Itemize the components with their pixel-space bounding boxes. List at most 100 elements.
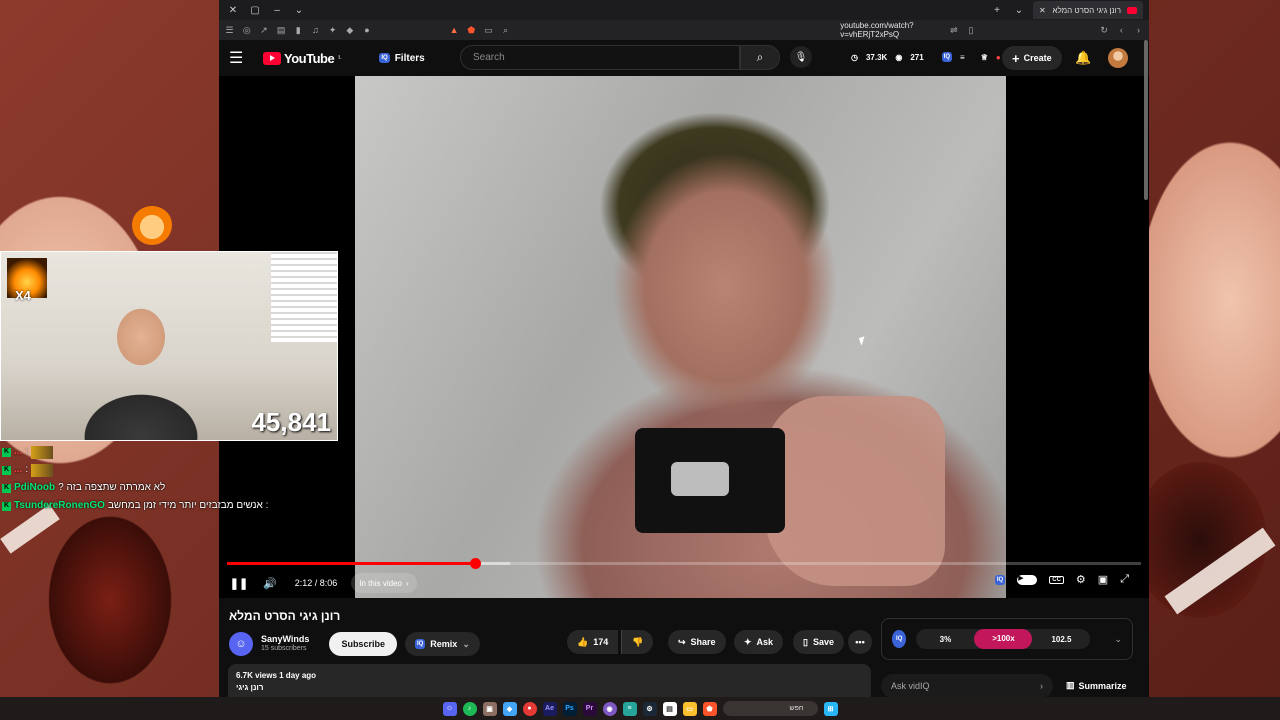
share-button[interactable]: ↪ Share [668, 630, 726, 654]
channel-name[interactable]: SanyWinds [261, 634, 309, 645]
webcam-overlay: X4 45,841 [0, 251, 338, 441]
voice-search-button[interactable]: 🎙 [790, 46, 812, 68]
notification-dot-icon[interactable]: ● [996, 53, 1001, 62]
trophy-icon[interactable]: ♕ [981, 53, 988, 62]
tune-icon[interactable]: ⇌ [949, 25, 958, 36]
video-player[interactable]: ❚❚ 🔊 2:12 / 8:06 In this video › IQ CC ⚙… [219, 76, 1149, 598]
progress-bar[interactable] [227, 558, 1141, 569]
thumbs-up-icon: 👍 [577, 636, 589, 647]
diamond-icon[interactable]: ◆ [345, 25, 354, 36]
summarize-button[interactable]: ▥ Summarize [1066, 680, 1127, 691]
notifications-bell-icon[interactable]: 🔔 [1075, 50, 1091, 66]
globe-icon[interactable]: ● [362, 25, 371, 35]
extension-icon[interactable]: ✦ [328, 25, 337, 36]
youtube-masthead: ☰ YouTube IL IQ Filters Search ⌕ 🎙 ◷ 37.… [219, 40, 1149, 76]
account-avatar[interactable] [1108, 48, 1128, 68]
settings-gear-icon[interactable]: ⚙ [1076, 573, 1086, 586]
page-scrollbar[interactable] [1144, 40, 1148, 200]
miniplayer-icon[interactable]: ▣ [1098, 573, 1108, 586]
chevron-down-icon: ⌄ [462, 638, 470, 649]
guide-menu-icon[interactable]: ☰ [229, 48, 251, 68]
reload-icon[interactable]: ↻ [1100, 25, 1109, 36]
vidiq-icon: IQ [414, 639, 426, 649]
close-tab-icon[interactable]: ✕ [1039, 6, 1046, 15]
url-text[interactable]: youtube.com/watch?v=vhERjT2xPsQ [840, 21, 941, 39]
spotify-app-icon[interactable]: ♪ [462, 701, 477, 716]
sidebar-icon[interactable]: ▮ [294, 25, 303, 36]
more-actions-button[interactable]: ••• [848, 630, 872, 654]
list-icon[interactable]: ≡ [960, 53, 965, 62]
warning-icon[interactable]: ▲ [450, 25, 459, 35]
remix-button[interactable]: IQ Remix ⌄ [404, 632, 480, 656]
chat-emote [31, 445, 54, 459]
brave-app-icon[interactable]: ⬟ [702, 701, 717, 716]
bookmark-icon[interactable]: ▯ [966, 25, 975, 36]
subscribe-button[interactable]: Subscribe [329, 632, 397, 656]
back-icon[interactable]: ‹ [1117, 25, 1126, 35]
sidebar-menu-icon[interactable]: ☰ [225, 25, 234, 36]
forward-icon[interactable]: › [1134, 25, 1143, 35]
new-tab-icon[interactable]: + [989, 5, 1005, 16]
vidiq-stats-pill[interactable]: 3% >100x 102.5 [916, 629, 1091, 649]
cast-icon[interactable]: ▭ [484, 25, 493, 36]
autoplay-toggle[interactable] [1017, 574, 1038, 585]
chevron-right-icon: › [405, 578, 409, 588]
diamond-app-icon[interactable]: ◆ [502, 701, 517, 716]
captions-icon[interactable]: CC [1049, 575, 1064, 584]
tabs-dropdown-icon[interactable]: ⌄ [291, 5, 307, 16]
kick-badge-icon: K [2, 501, 11, 511]
after-effects-app-icon[interactable]: Ae [542, 701, 557, 716]
youtube-logo[interactable]: YouTube IL [263, 51, 342, 66]
tab-menu-icon[interactable]: ⌄ [1011, 5, 1027, 16]
ask-button[interactable]: ✦ Ask [734, 630, 784, 654]
photoshop-app-icon[interactable]: Ps [562, 701, 577, 716]
like-button[interactable]: 👍 174 [567, 630, 619, 654]
save-button[interactable]: ▯ Save [793, 630, 844, 654]
windows-start-icon[interactable]: ⊞ [823, 701, 838, 716]
share-page-icon[interactable]: ↗ [259, 25, 268, 36]
search-input[interactable]: Search [460, 45, 740, 70]
chrome-app-icon[interactable]: ● [522, 701, 537, 716]
tab-youtube[interactable]: ✕ רונן גיגי הסרט המלא - YouTube [1033, 1, 1143, 19]
chevron-right-icon: › [1040, 681, 1043, 691]
vidiq-icon[interactable]: IQ [994, 574, 1006, 585]
brave-shield-icon[interactable]: ⬟ [467, 25, 476, 36]
vidiq-panel: IQ 3% >100x 102.5 ⌄ [881, 618, 1133, 660]
chat-app-icon[interactable]: ◉ [602, 701, 617, 716]
chevron-down-icon[interactable]: ⌄ [1114, 634, 1122, 645]
vidiq-icon[interactable]: IQ [941, 52, 953, 62]
notes-app-icon[interactable]: ≡ [622, 701, 637, 716]
search-icon: ⌕ [756, 50, 764, 64]
vidiq-stat-3: 102.5 [1051, 634, 1072, 644]
reading-mode-icon[interactable]: ▤ [277, 25, 286, 36]
fullscreen-icon[interactable]: ⤢ [1120, 573, 1129, 586]
discord-app-icon[interactable]: ☺ [442, 701, 457, 716]
filters-button[interactable]: IQ Filters [379, 53, 425, 64]
description-box[interactable]: 6.7K views 1 day ago רונן גיגי [228, 664, 871, 697]
steam-app-icon[interactable]: ⚙ [642, 701, 657, 716]
ask-vidiq-input[interactable]: Ask vidIQ › [881, 674, 1053, 697]
sparkle-icon: ✦ [744, 636, 752, 647]
video-hand [765, 396, 945, 586]
chapter-button[interactable]: In this video › [351, 573, 417, 593]
close-window-icon[interactable]: ✕ [225, 5, 241, 16]
video-frame[interactable] [355, 76, 1006, 598]
pause-button[interactable]: ❚❚ [230, 577, 248, 590]
store-app-icon[interactable]: ▤ [662, 701, 677, 716]
volume-icon[interactable]: 🔊 [263, 577, 277, 590]
app-icon[interactable]: ▣ [482, 701, 497, 716]
music-icon[interactable]: ♫ [311, 25, 320, 35]
premiere-app-icon[interactable]: Pr [582, 701, 597, 716]
taskbar-search-label: חפש [789, 705, 804, 712]
channel-avatar[interactable]: ☺ [229, 632, 253, 656]
minimize-window-icon[interactable]: – [269, 5, 285, 16]
shield-icon[interactable]: ◎ [242, 25, 251, 36]
search-button[interactable]: ⌕ [740, 45, 780, 70]
folder-app-icon[interactable]: ▭ [682, 701, 697, 716]
dislike-button[interactable]: 👎 [621, 630, 654, 654]
address-bar: ☰ ◎ ↗ ▤ ▮ ♫ ✦ ◆ ● ▲ ⬟ ▭ ⌕ youtube.com/wa… [219, 20, 1149, 40]
restore-window-icon[interactable]: ▢ [247, 5, 263, 16]
taskbar-search[interactable]: חפש [722, 701, 818, 716]
create-button[interactable]: + Create [1002, 46, 1062, 70]
zoom-icon[interactable]: ⌕ [501, 25, 510, 36]
